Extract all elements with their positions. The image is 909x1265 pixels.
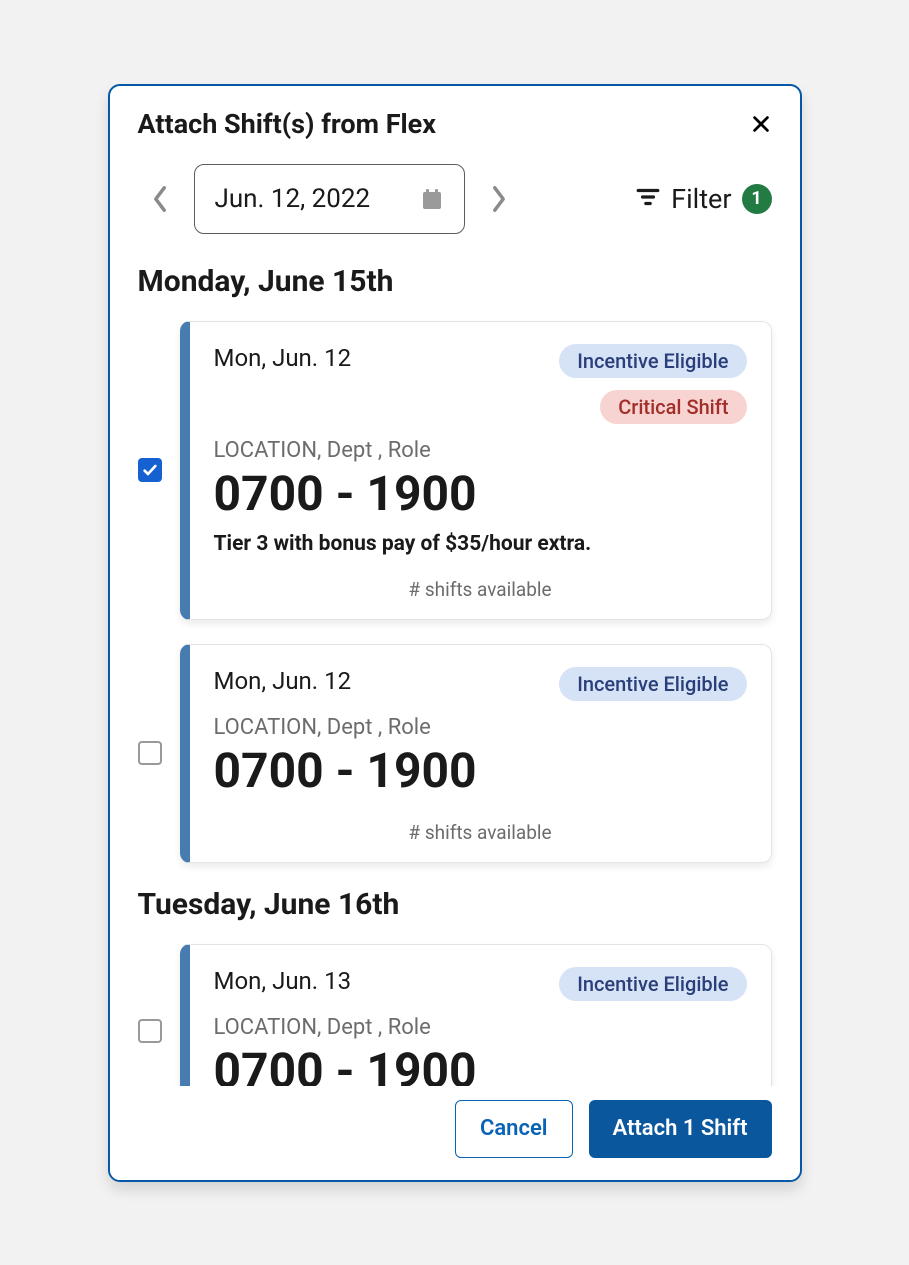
shift-time: 0700 - 1900	[214, 465, 747, 522]
modal-header: Attach Shift(s) from Flex	[110, 86, 800, 140]
shift-card[interactable]: Mon, Jun. 13 Incentive Eligible LOCATION…	[180, 944, 772, 1086]
shift-availability: # shifts available	[214, 821, 747, 844]
shift-time: 0700 - 1900	[214, 742, 747, 799]
shift-card[interactable]: Mon, Jun. 12 Incentive Eligible LOCATION…	[180, 644, 772, 863]
shift-availability: # shifts available	[214, 578, 747, 601]
filter-button[interactable]: Filter 1	[635, 183, 771, 215]
pill-stack: Incentive Eligible Critical Shift	[559, 344, 746, 424]
close-icon[interactable]	[750, 113, 772, 135]
filter-icon	[635, 184, 661, 214]
date-picker-value: Jun. 12, 2022	[215, 184, 371, 214]
shift-list: Monday, June 15th Mon, Jun. 12 Incentive…	[110, 246, 800, 1086]
shift-meta: LOCATION, Dept , Role	[214, 715, 747, 740]
shift-date: Mon, Jun. 12	[214, 667, 352, 695]
modal-footer: Cancel Attach 1 Shift	[110, 1086, 800, 1180]
shift-row: Mon, Jun. 13 Incentive Eligible LOCATION…	[138, 944, 772, 1086]
incentive-pill: Incentive Eligible	[559, 344, 746, 378]
shift-checkbox[interactable]	[138, 741, 162, 765]
pill-stack: Incentive Eligible	[559, 667, 746, 701]
card-header: Mon, Jun. 12 Incentive Eligible Critical…	[214, 344, 747, 424]
attach-button[interactable]: Attach 1 Shift	[589, 1100, 772, 1158]
day-heading: Tuesday, June 16th	[138, 887, 772, 922]
next-day-button[interactable]	[477, 177, 521, 221]
shift-time: 0700 - 1900	[214, 1042, 747, 1086]
prev-day-button[interactable]	[138, 177, 182, 221]
incentive-pill: Incentive Eligible	[559, 667, 746, 701]
critical-pill: Critical Shift	[600, 390, 746, 424]
calendar-icon	[420, 187, 444, 211]
controls-row: Jun. 12, 2022 Filter 1	[110, 140, 800, 246]
filter-count-badge: 1	[742, 184, 772, 214]
shift-checkbox[interactable]	[138, 458, 162, 482]
shift-card[interactable]: Mon, Jun. 12 Incentive Eligible Critical…	[180, 321, 772, 620]
shift-row: Mon, Jun. 12 Incentive Eligible Critical…	[138, 321, 772, 620]
card-header: Mon, Jun. 12 Incentive Eligible	[214, 667, 747, 701]
shift-date: Mon, Jun. 13	[214, 967, 352, 995]
incentive-pill: Incentive Eligible	[559, 967, 746, 1001]
shift-row: Mon, Jun. 12 Incentive Eligible LOCATION…	[138, 644, 772, 863]
modal-title: Attach Shift(s) from Flex	[138, 108, 437, 140]
cancel-button[interactable]: Cancel	[455, 1100, 573, 1158]
card-header: Mon, Jun. 13 Incentive Eligible	[214, 967, 747, 1001]
shift-meta: LOCATION, Dept , Role	[214, 1015, 747, 1040]
shift-checkbox[interactable]	[138, 1019, 162, 1043]
date-picker[interactable]: Jun. 12, 2022	[194, 164, 466, 234]
shift-note: Tier 3 with bonus pay of $35/hour extra.	[214, 532, 747, 556]
pill-stack: Incentive Eligible	[559, 967, 746, 1001]
filter-label: Filter	[671, 183, 731, 215]
shift-meta: LOCATION, Dept , Role	[214, 438, 747, 463]
day-heading: Monday, June 15th	[138, 264, 772, 299]
shift-date: Mon, Jun. 12	[214, 344, 352, 372]
attach-shifts-modal: Attach Shift(s) from Flex Jun. 12, 2022 …	[108, 84, 802, 1182]
